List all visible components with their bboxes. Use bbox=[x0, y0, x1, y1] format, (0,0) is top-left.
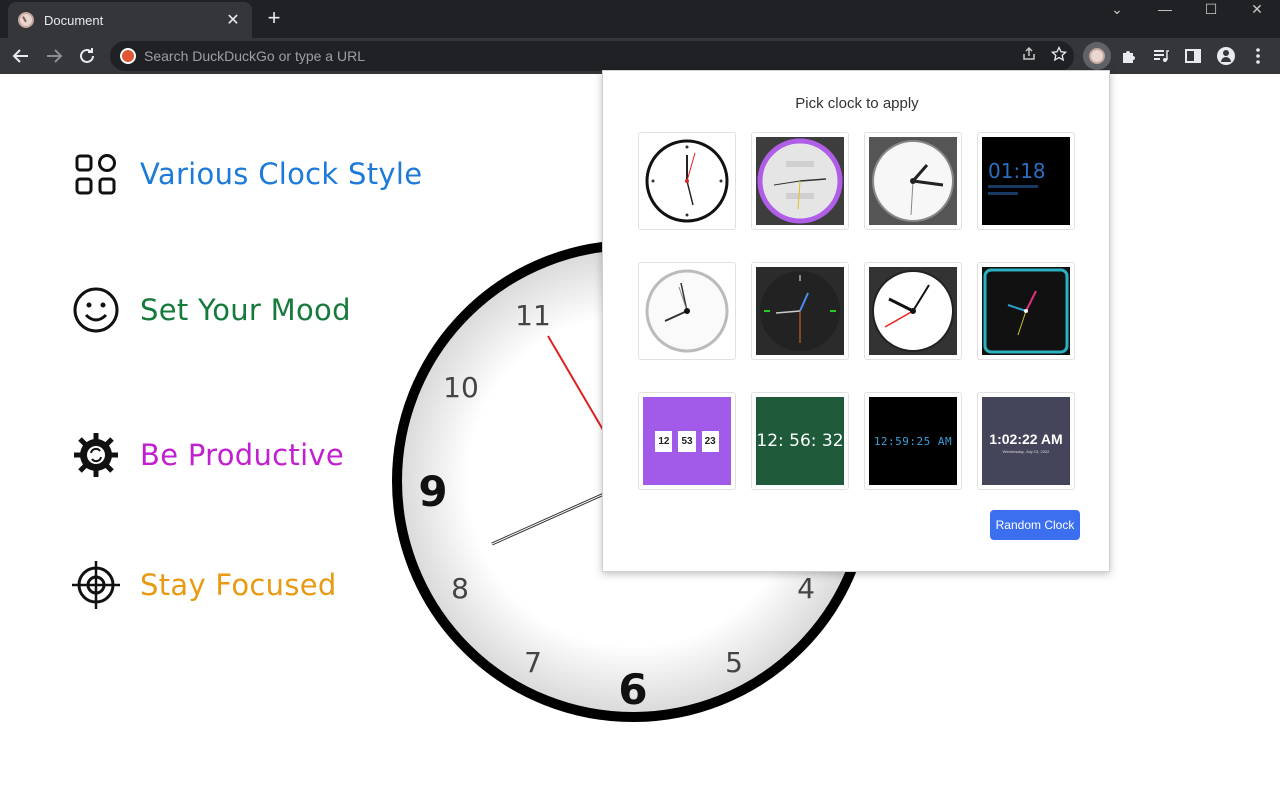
clock-option-1[interactable] bbox=[638, 132, 736, 230]
feature-stay-focused: Stay Focused bbox=[70, 559, 337, 611]
star-icon[interactable] bbox=[1044, 45, 1074, 66]
clock-option-6[interactable] bbox=[751, 262, 849, 360]
clock-option-11[interactable]: 12:59:25 AM bbox=[864, 392, 962, 490]
clock-number: 10 bbox=[443, 371, 479, 404]
date-line bbox=[988, 192, 1018, 195]
feature-be-productive: Be Productive bbox=[70, 429, 344, 481]
new-tab-button[interactable]: + bbox=[262, 6, 286, 30]
square-neon-clock-thumbnail-icon bbox=[983, 268, 1069, 354]
grid-icon bbox=[75, 154, 116, 195]
minimize-button[interactable]: — bbox=[1142, 0, 1188, 20]
clock-option-7[interactable] bbox=[864, 262, 962, 360]
clock-extension-icon[interactable] bbox=[1083, 42, 1111, 70]
clock-option-8[interactable] bbox=[977, 262, 1075, 360]
analog-clock-thumbnail-icon bbox=[645, 139, 729, 223]
feature-label: Set Your Mood bbox=[140, 293, 351, 327]
clock-favicon-icon bbox=[18, 12, 34, 28]
crosshair-icon bbox=[72, 561, 120, 609]
tab-document[interactable]: Document ✕ bbox=[8, 2, 252, 38]
digital-time: 01:18 bbox=[988, 159, 1046, 183]
address-bar[interactable]: Search DuckDuckGo or type a URL bbox=[110, 41, 1074, 71]
clock-number: 6 bbox=[618, 665, 647, 714]
clock-option-2[interactable] bbox=[751, 132, 849, 230]
feature-various-clock-style: Various Clock Style bbox=[70, 148, 422, 200]
browser-toolbar: Search DuckDuckGo or type a URL bbox=[0, 38, 1280, 74]
digital-time: 1:02:22 AM bbox=[989, 431, 1063, 447]
clock-number: 11 bbox=[515, 299, 551, 332]
address-placeholder: Search DuckDuckGo or type a URL bbox=[144, 48, 365, 64]
clock-number: 7 bbox=[524, 646, 542, 679]
sidepanel-icon[interactable] bbox=[1181, 44, 1205, 68]
maximize-button[interactable]: ☐ bbox=[1188, 0, 1234, 20]
classic-clock-thumbnail-icon bbox=[872, 270, 954, 352]
flip-clock-digits: 12 53 23 bbox=[643, 397, 731, 485]
browser-tabbar: Document ✕ + ⌄ — ☐ ✕ bbox=[0, 0, 1280, 38]
date-line bbox=[988, 185, 1038, 188]
tab-title: Document bbox=[44, 12, 104, 28]
clock-number: 4 bbox=[797, 572, 815, 605]
clock-option-9[interactable]: 12 53 23 bbox=[638, 392, 736, 490]
puzzle-icon[interactable] bbox=[1117, 44, 1141, 68]
profile-icon[interactable] bbox=[1214, 44, 1238, 68]
clock-option-4[interactable]: 01:18 bbox=[977, 132, 1075, 230]
duckduckgo-icon bbox=[120, 48, 136, 64]
media-icon[interactable] bbox=[1149, 44, 1173, 68]
clock-number: 5 bbox=[725, 646, 743, 679]
purple-clock-thumbnail-icon bbox=[757, 138, 843, 224]
flip-digit: 12 bbox=[655, 430, 673, 452]
share-icon[interactable] bbox=[1014, 46, 1044, 66]
gear-icon bbox=[74, 433, 118, 477]
clock-option-12[interactable]: 1:02:22 AM Wednesday, July 13, 2022 bbox=[977, 392, 1075, 490]
smiley-icon bbox=[73, 287, 119, 333]
clock-option-5[interactable] bbox=[638, 262, 736, 360]
close-window-button[interactable]: ✕ bbox=[1234, 0, 1280, 20]
tab-close-icon[interactable]: ✕ bbox=[224, 10, 242, 30]
popup-title: Pick clock to apply bbox=[795, 95, 919, 112]
forward-icon[interactable] bbox=[42, 44, 66, 68]
feature-label: Be Productive bbox=[140, 438, 345, 472]
flip-digit: 53 bbox=[678, 430, 696, 452]
reload-icon[interactable] bbox=[75, 44, 99, 68]
flip-digit: 23 bbox=[701, 430, 719, 452]
clock-number: 8 bbox=[451, 572, 469, 605]
feature-label: Stay Focused bbox=[140, 568, 337, 602]
clock-option-3[interactable] bbox=[864, 132, 962, 230]
digital-date: Wednesday, July 13, 2022 bbox=[1002, 449, 1050, 454]
clock-number: 9 bbox=[418, 467, 447, 516]
gray-clock-thumbnail-icon bbox=[872, 140, 954, 222]
dark-neon-clock-thumbnail-icon bbox=[760, 271, 840, 351]
random-clock-button[interactable]: Random Clock bbox=[990, 510, 1080, 540]
more-icon[interactable] bbox=[1246, 44, 1270, 68]
feature-set-your-mood: Set Your Mood bbox=[70, 284, 351, 336]
tab-search-icon[interactable]: ⌄ bbox=[1094, 0, 1140, 20]
clock-picker-popup: Pick clock to apply 01:18 12 53 23 12: 5… bbox=[602, 70, 1110, 572]
clock-option-10[interactable]: 12: 56: 32 bbox=[751, 392, 849, 490]
white-clock-thumbnail-icon bbox=[645, 269, 729, 353]
digital-time: 12: 56: 32 bbox=[756, 431, 844, 451]
digital-time: 12:59:25 AM bbox=[873, 434, 953, 448]
back-icon[interactable] bbox=[9, 44, 33, 68]
feature-label: Various Clock Style bbox=[140, 157, 423, 191]
